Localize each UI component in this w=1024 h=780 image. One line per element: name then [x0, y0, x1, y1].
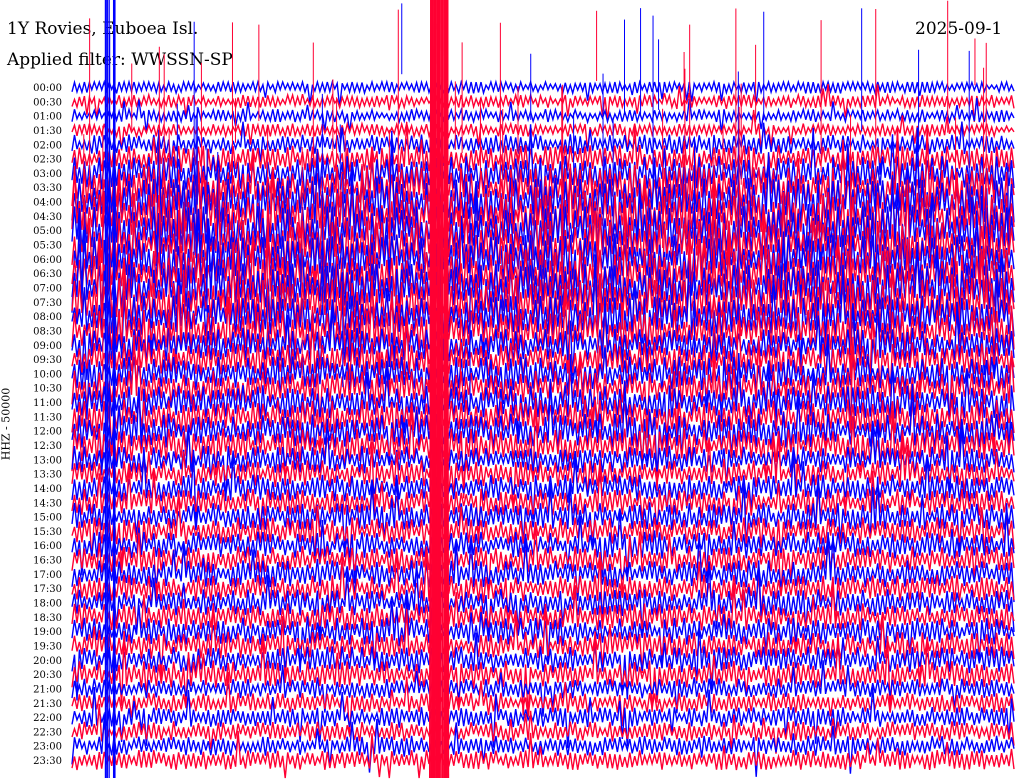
row-time-label: 09:00 — [33, 341, 62, 352]
row-time-label: 14:30 — [33, 498, 62, 509]
row-time-label: 16:00 — [33, 541, 62, 552]
row-time-label: 03:30 — [33, 183, 62, 194]
event-burst — [428, 0, 450, 779]
row-time-label: 08:00 — [33, 312, 62, 323]
row-time-label: 04:30 — [33, 212, 62, 223]
event-spike — [436, 0, 439, 779]
row-time-label: 05:30 — [33, 241, 62, 252]
row-time-label: 13:30 — [33, 470, 62, 481]
row-time-label: 20:30 — [33, 670, 62, 681]
event-spike — [441, 0, 444, 779]
row-time-label: 10:30 — [33, 384, 62, 395]
row-time-label: 18:30 — [33, 613, 62, 624]
row-time-label: 02:00 — [33, 140, 62, 151]
row-time-label: 12:00 — [33, 427, 62, 438]
row-time-label: 17:00 — [33, 570, 62, 581]
helicorder-page: 1Y Rovies, Euboea Isl. Applied filter: W… — [0, 0, 1024, 780]
row-time-label: 17:30 — [33, 584, 62, 595]
row-time-label: 08:30 — [33, 326, 62, 337]
trace-row-1930 — [71, 603, 1015, 688]
trace-row-1430 — [71, 459, 1015, 544]
row-time-label: 07:30 — [33, 298, 62, 309]
row-time-label: 12:30 — [33, 441, 62, 452]
row-time-label: 23:00 — [33, 742, 62, 753]
row-time-label: 07:00 — [33, 283, 62, 294]
row-time-label: 19:00 — [33, 627, 62, 638]
row-time-label: 21:30 — [33, 699, 62, 710]
row-time-label: 00:30 — [33, 97, 62, 108]
row-time-label: 22:30 — [33, 727, 62, 738]
row-time-label: 03:00 — [33, 169, 62, 180]
row-time-label: 05:00 — [33, 226, 62, 237]
row-time-label: 18:00 — [33, 599, 62, 610]
row-time-label: 14:00 — [33, 484, 62, 495]
row-time-label: 00:00 — [33, 83, 62, 94]
row-time-label: 21:00 — [33, 684, 62, 695]
row-time-label: 15:00 — [33, 513, 62, 524]
row-time-label: 19:30 — [33, 641, 62, 652]
row-time-label: 23:30 — [33, 756, 62, 767]
row-time-label: 09:30 — [33, 355, 62, 366]
row-time-label: 06:30 — [33, 269, 62, 280]
row-time-label: 22:00 — [33, 713, 62, 724]
row-time-label: 13:00 — [33, 455, 62, 466]
row-time-label: 04:00 — [33, 198, 62, 209]
row-time-label: 01:00 — [33, 112, 62, 123]
row-time-label: 16:30 — [33, 556, 62, 567]
row-time-label: 15:30 — [33, 527, 62, 538]
helicorder-plot: 00:00 00:30 01:00 01:30 02:00 02:30 03:00 03:30… — [33, 0, 1015, 779]
row-time-label: 11:30 — [33, 412, 62, 423]
row-time-label: 01:30 — [33, 126, 62, 137]
row-time-label: 10:00 — [33, 369, 62, 380]
row-time-label: 06:00 — [33, 255, 62, 266]
row-time-label: 02:30 — [33, 155, 62, 166]
row-time-label: 11:00 — [33, 398, 62, 409]
row-time-label: 20:00 — [33, 656, 62, 667]
